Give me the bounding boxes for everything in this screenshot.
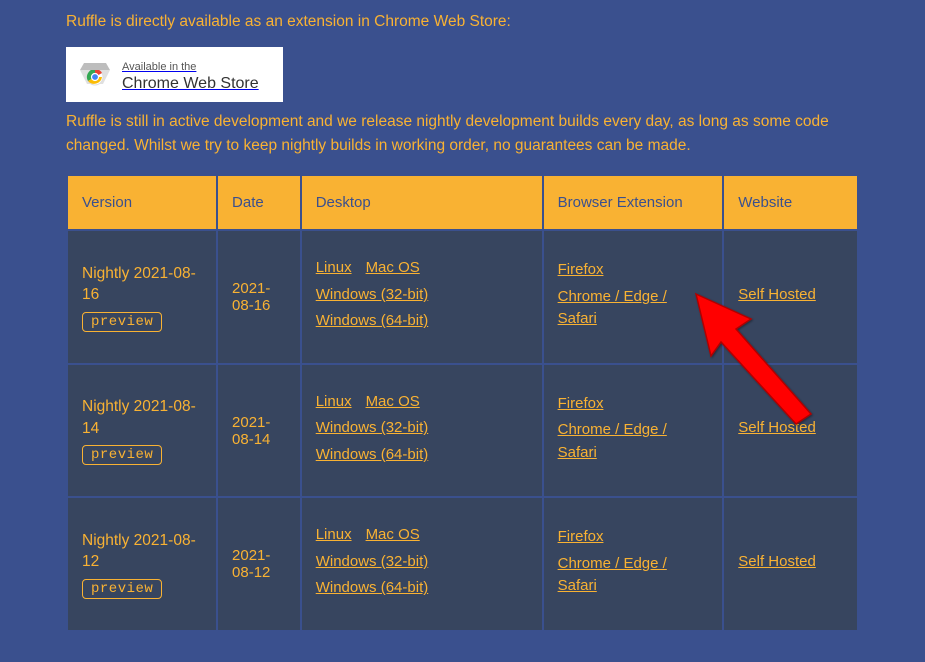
link-windows-32[interactable]: Windows (32-bit)	[316, 551, 429, 574]
chrome-store-icon	[78, 58, 112, 92]
link-chrome-edge-safari[interactable]: Chrome / Edge / Safari	[558, 553, 695, 598]
date-cell: 2021-08-12	[218, 498, 300, 630]
link-self-hosted[interactable]: Self Hosted	[738, 551, 816, 574]
chrome-web-store-badge[interactable]: Available in the Chrome Web Store	[66, 47, 283, 102]
link-self-hosted[interactable]: Self Hosted	[738, 284, 816, 307]
link-linux[interactable]: Linux	[316, 524, 352, 547]
link-chrome-edge-safari[interactable]: Chrome / Edge / Safari	[558, 286, 695, 331]
link-macos[interactable]: Mac OS	[366, 524, 420, 547]
table-row: Nightly 2021-08-14 preview 2021-08-14 Linux…	[68, 365, 857, 497]
intro-text: Ruffle is directly available as an exten…	[66, 0, 859, 33]
version-name: Nightly 2021-08-16	[82, 263, 202, 306]
link-linux[interactable]: Linux	[316, 391, 352, 414]
header-date: Date	[218, 176, 300, 229]
link-windows-32[interactable]: Windows (32-bit)	[316, 417, 429, 440]
header-version: Version	[68, 176, 216, 229]
release-note-text: Ruffle is still in active development an…	[66, 110, 859, 158]
link-firefox[interactable]: Firefox	[558, 259, 604, 282]
header-website: Website	[724, 176, 857, 229]
preview-button[interactable]: preview	[82, 579, 162, 599]
link-firefox[interactable]: Firefox	[558, 393, 604, 416]
link-firefox[interactable]: Firefox	[558, 526, 604, 549]
link-windows-64[interactable]: Windows (64-bit)	[316, 310, 429, 333]
downloads-table: Version Date Desktop Browser Extension W…	[66, 174, 859, 632]
link-windows-64[interactable]: Windows (64-bit)	[316, 444, 429, 467]
version-name: Nightly 2021-08-14	[82, 396, 202, 439]
link-macos[interactable]: Mac OS	[366, 257, 420, 280]
link-self-hosted[interactable]: Self Hosted	[738, 417, 816, 440]
link-windows-64[interactable]: Windows (64-bit)	[316, 577, 429, 600]
header-extension: Browser Extension	[544, 176, 723, 229]
preview-button[interactable]: preview	[82, 445, 162, 465]
link-windows-32[interactable]: Windows (32-bit)	[316, 284, 429, 307]
version-name: Nightly 2021-08-12	[82, 530, 202, 573]
link-chrome-edge-safari[interactable]: Chrome / Edge / Safari	[558, 419, 695, 464]
date-cell: 2021-08-16	[218, 231, 300, 363]
table-row: Nightly 2021-08-16 preview 2021-08-16 Linux…	[68, 231, 857, 363]
date-cell: 2021-08-14	[218, 365, 300, 497]
chrome-badge-text: Available in the Chrome Web Store	[122, 57, 259, 92]
link-linux[interactable]: Linux	[316, 257, 352, 280]
header-desktop: Desktop	[302, 176, 542, 229]
link-macos[interactable]: Mac OS	[366, 391, 420, 414]
preview-button[interactable]: preview	[82, 312, 162, 332]
table-row: Nightly 2021-08-12 preview 2021-08-12 Linux…	[68, 498, 857, 630]
